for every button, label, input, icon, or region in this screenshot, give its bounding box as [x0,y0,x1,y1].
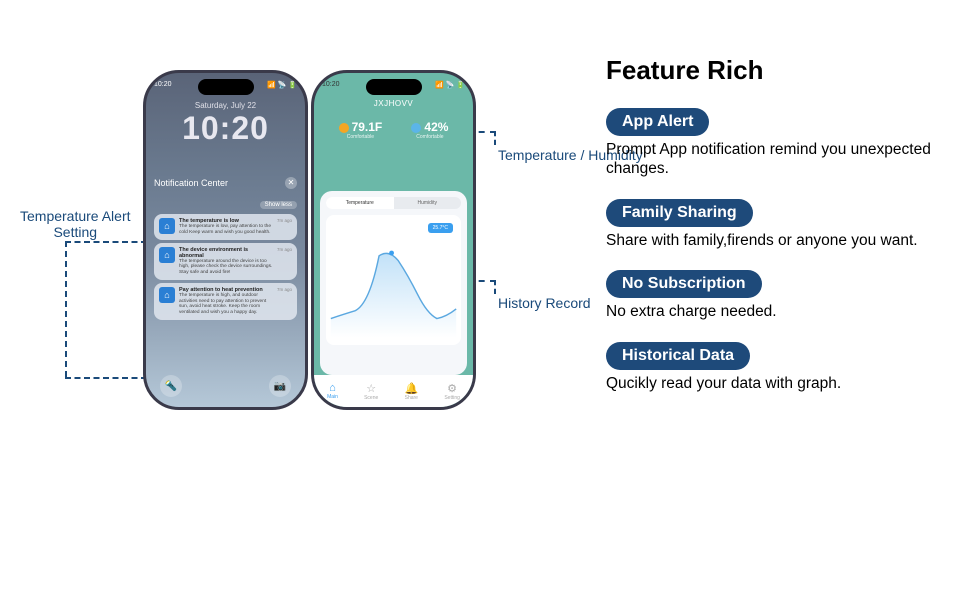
notification-card[interactable]: ⌂ The device environment is abnormal The… [154,243,297,280]
notification-title: The device environment is abnormal [179,247,273,259]
lockscreen-time: 10:20 [146,110,305,147]
humidity-status: Comfortable [411,134,448,140]
notification-text: Pay attention to heat prevention The tem… [179,287,273,316]
notification-time: 7m ago [277,287,292,316]
tab-setting[interactable]: ⚙Setting [444,382,460,401]
connector-line [65,241,67,377]
features-panel: Feature Rich App Alert Prompt App notifi… [606,55,936,413]
temperature-chart [326,215,461,345]
star-icon: ☆ [364,382,378,395]
tab-temperature[interactable]: Temperature [326,197,394,209]
feature-pill: Family Sharing [606,199,753,227]
home-icon: ⌂ [159,218,175,234]
feature-desc: No extra charge needed. [606,302,936,321]
notification-text: The device environment is abnormal The t… [179,247,273,276]
phone-notch [198,79,254,95]
feature-pill: App Alert [606,108,709,136]
app-title: JXJHOVV [314,99,473,108]
home-icon: ⌂ [327,382,338,394]
home-icon: ⌂ [159,247,175,263]
notification-card[interactable]: ⌂ The temperature is low The temperature… [154,214,297,240]
connector-line [65,241,147,243]
feature-no-subscription: No Subscription No extra charge needed. [606,270,936,321]
tab-scene[interactable]: ☆Scene [364,382,378,401]
humidity-reading: 42% Comfortable [411,120,448,140]
feature-historical-data: Historical Data Qucikly read your data w… [606,342,936,393]
feature-pill: Historical Data [606,342,750,370]
phone-lockscreen: 10:20 📶 📡 🔋 Saturday, July 22 10:20 Noti… [143,70,308,410]
notification-center-title: Notification Center [154,178,228,188]
chart-tabs: Temperature Humidity [326,197,461,209]
chart-data-tag: 25.7°C [428,223,453,233]
statusbar-icons: 📶 📡 🔋 [435,81,465,89]
chart-panel: Temperature Humidity 25.7°C [320,191,467,375]
phone-app: 10:20 📶 📡 🔋 JXJHOVV 79.1F Comfortable 42… [311,70,476,410]
notification-time: 7m ago [277,218,292,236]
lockscreen-shortcuts: 🔦 📷 [146,375,305,397]
droplet-icon [411,123,421,133]
home-icon: ⌂ [159,287,175,303]
callout-history-record: History Record [498,295,591,311]
statusbar-time: 10:20 [322,81,340,89]
notification-time: 7m ago [277,247,292,276]
statusbar-time: 10:20 [154,81,172,89]
lockscreen-date: Saturday, July 22 [146,101,305,110]
bell-icon: 🔔 [404,382,418,395]
feature-desc: Qucikly read your data with graph. [606,374,936,393]
notification-body: The temperature is low, pay attention to… [179,224,273,236]
features-heading: Feature Rich [606,55,936,86]
readings-row: 79.1F Comfortable 42% Comfortable [324,120,463,140]
chart-card: 25.7°C [326,215,461,345]
camera-icon[interactable]: 📷 [269,375,291,397]
connector-line [494,131,496,145]
show-less-row: Show less [154,193,297,211]
connector-line [494,280,496,294]
notification-center-header: Notification Center ✕ [154,177,297,189]
notification-body: The temperature is high, and outdoor act… [179,293,273,316]
feature-app-alert: App Alert Prompt App notification remind… [606,108,936,179]
tab-main[interactable]: ⌂Main [327,382,338,400]
flashlight-icon[interactable]: 🔦 [160,375,182,397]
feature-desc: Prompt App notification remind you unexp… [606,140,936,179]
notification-body: The temperature around the device is too… [179,259,273,276]
tab-bar: ⌂Main ☆Scene 🔔Share ⚙Setting [314,375,473,407]
notification-title: Pay attention to heat prevention [179,287,273,293]
phone-notch [366,79,422,95]
close-icon[interactable]: ✕ [285,177,297,189]
gear-icon: ⚙ [444,382,460,395]
temperature-status: Comfortable [339,134,383,140]
humidity-value: 42% [424,120,448,134]
temperature-value: 79.1F [352,120,383,134]
sun-icon [339,123,349,133]
feature-pill: No Subscription [606,270,762,298]
connector-line [65,377,147,379]
callout-temp-alert: Temperature Alert Setting [20,208,131,240]
show-less-button[interactable]: Show less [260,201,297,209]
statusbar-icons: 📶 📡 🔋 [267,81,297,89]
temperature-reading: 79.1F Comfortable [339,120,383,140]
notification-card[interactable]: ⌂ Pay attention to heat prevention The t… [154,283,297,320]
feature-desc: Share with family,firends or anyone you … [606,231,936,250]
notification-text: The temperature is low The temperature i… [179,218,273,236]
tab-share[interactable]: 🔔Share [404,382,418,401]
tab-humidity[interactable]: Humidity [394,197,462,209]
feature-family-sharing: Family Sharing Share with family,firends… [606,199,936,250]
